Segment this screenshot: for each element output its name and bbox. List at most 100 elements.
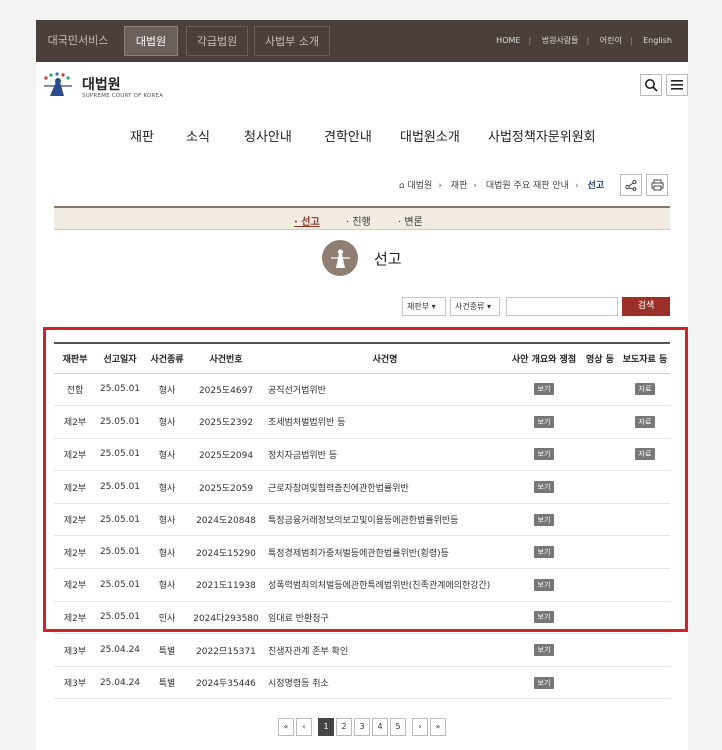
cell-case-no: 2025도2094 <box>190 438 262 472</box>
view-summary-button[interactable]: 보기 <box>533 448 555 461</box>
table-row[interactable]: 제2부 25.05.01 형사 2025도2392 조세범처벌법위반 등 보기 자료 <box>54 405 670 439</box>
cell-date: 25.05.01 <box>96 405 144 439</box>
view-summary-button[interactable]: 보기 <box>533 578 555 591</box>
breadcrumb-major-trials[interactable]: 대법원 주요 재판 안내 <box>486 181 569 191</box>
view-summary-button[interactable]: 보기 <box>533 644 555 657</box>
view-summary-button[interactable]: 보기 <box>533 481 555 494</box>
subtab-hearing[interactable]: · 변론 <box>398 213 423 228</box>
cell-press <box>620 503 670 537</box>
search-input[interactable] <box>506 297 618 316</box>
nav-court-intro[interactable]: 대법원소개 <box>400 126 460 145</box>
cell-case-name[interactable]: 근로자참여및협력증진에관한법률위반 <box>262 470 508 504</box>
search-submit-button[interactable]: 검색 <box>622 297 670 316</box>
nav-tour-guide[interactable]: 견학안내 <box>324 126 372 145</box>
case-type-select[interactable]: 사건종류 ▾ <box>450 297 500 316</box>
cell-case-name[interactable]: 특정금융거래정보의보고및이용등에관한법률위반등 <box>262 503 508 537</box>
nav-building-guide[interactable]: 청사안내 <box>244 126 292 145</box>
cell-case-no: 2025도4697 <box>190 373 262 407</box>
cell-case-name[interactable]: 특정경제범죄가중처벌등에관한법률위반(횡령)등 <box>262 535 508 570</box>
table-row[interactable]: 제2부 25.05.01 형사 2024도20848 특정금융거래정보의보고및이용등에관… <box>54 503 670 537</box>
home-link[interactable]: HOME <box>496 36 520 45</box>
cell-date: 25.04.24 <box>96 633 144 667</box>
court-emblem-logo[interactable] <box>38 70 78 102</box>
logo-korean[interactable]: 대법원 <box>82 74 121 94</box>
kids-link[interactable]: 어린이 <box>600 36 622 45</box>
cell-case-name[interactable]: 공직선거법위반 <box>262 373 508 407</box>
subtab-sentencing[interactable]: · 선고 <box>294 213 320 228</box>
tab-judiciary-intro[interactable]: 사법부 소개 <box>254 26 330 56</box>
page-2-button[interactable]: 2 <box>336 718 352 736</box>
cell-date: 25.04.24 <box>96 666 144 700</box>
cell-panel: 제2부 <box>54 470 96 504</box>
share-button[interactable] <box>620 174 642 196</box>
cell-case-no: 2024도15290 <box>190 535 262 570</box>
cell-case-name[interactable]: 조세범처벌법위반 등 <box>262 405 508 439</box>
table-row[interactable]: 제2부 25.05.01 민사 2024다293580 임대료 반환청구 보기 <box>54 601 670 635</box>
cell-summary: 보기 <box>508 373 580 407</box>
cell-case-type: 특별 <box>144 666 190 700</box>
cell-summary: 보기 <box>508 568 580 602</box>
col-case-no: 사건번호 <box>190 342 262 374</box>
view-summary-button[interactable]: 보기 <box>533 383 555 396</box>
cell-date: 25.05.01 <box>96 568 144 602</box>
view-summary-button[interactable]: 보기 <box>533 415 555 428</box>
court-people-link[interactable]: 법원사람들 <box>542 36 579 45</box>
table-row[interactable]: 제3부 25.04.24 특별 2024두35446 시정명령등 취소 보기 <box>54 666 670 700</box>
table-header-row: 재판부 선고일자 사건종류 사건번호 사건명 사안 개요와 쟁점 영상 등 보도… <box>54 342 670 374</box>
table-row[interactable]: 전합 25.05.01 형사 2025도4697 공직선거법위반 보기 자료 <box>54 373 670 407</box>
breadcrumb-home[interactable]: 대법원 <box>407 181 432 191</box>
breadcrumb: ⌂ 대법원 › 재판 › 대법원 주요 재판 안내 › 선고 <box>398 181 604 191</box>
press-material-button[interactable]: 자료 <box>634 415 656 428</box>
page-4-button[interactable]: 4 <box>372 718 388 736</box>
view-summary-button[interactable]: 보기 <box>533 611 555 624</box>
page-5-button[interactable]: 5 <box>390 718 406 736</box>
subtab-in-progress[interactable]: · 진행 <box>346 213 371 228</box>
cell-case-type: 민사 <box>144 601 190 635</box>
home-icon: ⌂ <box>398 181 405 191</box>
table-row[interactable]: 제2부 25.05.01 형사 2025도2059 근로자참여및협력증진에관한법률위반 보… <box>54 470 670 504</box>
view-summary-button[interactable]: 보기 <box>533 513 555 526</box>
cell-summary: 보기 <box>508 535 580 570</box>
press-material-button[interactable]: 자료 <box>634 448 656 461</box>
cell-video <box>580 535 620 570</box>
tab-courts[interactable]: 각급법원 <box>186 26 248 56</box>
cell-case-name[interactable]: 성폭력범죄의처벌등에관한특례법위반(친족관계에의한강간) <box>262 568 508 602</box>
first-page-button[interactable]: « <box>278 718 294 736</box>
nav-trial[interactable]: 재판 <box>130 126 154 145</box>
table-row[interactable]: 제3부 25.04.24 특별 2022므15371 친생자관계 존부 확인 보기 <box>54 633 670 667</box>
press-material-button[interactable]: 자료 <box>634 383 656 396</box>
panel-select[interactable]: 재판부 ▾ <box>402 297 446 316</box>
search-button[interactable] <box>640 74 662 96</box>
cell-case-name[interactable]: 정치자금법위반 등 <box>262 438 508 472</box>
tab-public-service[interactable]: 대국민서비스 <box>40 26 116 56</box>
table-row[interactable]: 제2부 25.05.01 형사 2025도2094 정치자금법위반 등 보기 자료 <box>54 438 670 472</box>
menu-button[interactable] <box>666 74 688 96</box>
view-summary-button[interactable]: 보기 <box>533 676 555 689</box>
nav-news[interactable]: 소식 <box>186 126 210 145</box>
page-3-button[interactable]: 3 <box>354 718 370 736</box>
cell-case-name[interactable]: 시정명령등 취소 <box>262 666 508 700</box>
table-row[interactable]: 제2부 25.05.01 형사 2021도11938 성폭력범죄의처벌등에관한특례법위반… <box>54 568 670 602</box>
breadcrumb-trial[interactable]: 재판 <box>451 181 468 191</box>
page-1-button[interactable]: 1 <box>318 718 334 736</box>
view-summary-button[interactable]: 보기 <box>533 546 555 559</box>
cell-panel: 제3부 <box>54 666 96 700</box>
cell-video <box>580 633 620 667</box>
cell-date: 25.05.01 <box>96 373 144 407</box>
prev-page-button[interactable]: ‹ <box>296 718 312 736</box>
site-header: 대법원 SUPREME COURT OF KOREA <box>36 62 688 110</box>
cell-case-no: 2024다293580 <box>190 601 262 635</box>
cell-panel: 제2부 <box>54 535 96 570</box>
tab-supreme-court[interactable]: 대법원 <box>124 26 178 56</box>
cell-summary: 보기 <box>508 633 580 667</box>
table-row[interactable]: 제2부 25.05.01 형사 2024도15290 특정경제범죄가중처벌등에관한법률위… <box>54 535 670 570</box>
nav-policy-committee[interactable]: 사법정책자문위원회 <box>488 126 596 145</box>
print-button[interactable] <box>646 174 668 196</box>
cell-case-name[interactable]: 임대료 반환청구 <box>262 601 508 635</box>
cell-date: 25.05.01 <box>96 470 144 504</box>
last-page-button[interactable]: » <box>430 718 446 736</box>
next-page-button[interactable]: › <box>412 718 428 736</box>
col-case-type: 사건종류 <box>144 342 190 374</box>
cell-case-name[interactable]: 친생자관계 존부 확인 <box>262 633 508 667</box>
english-link[interactable]: English <box>643 36 672 45</box>
